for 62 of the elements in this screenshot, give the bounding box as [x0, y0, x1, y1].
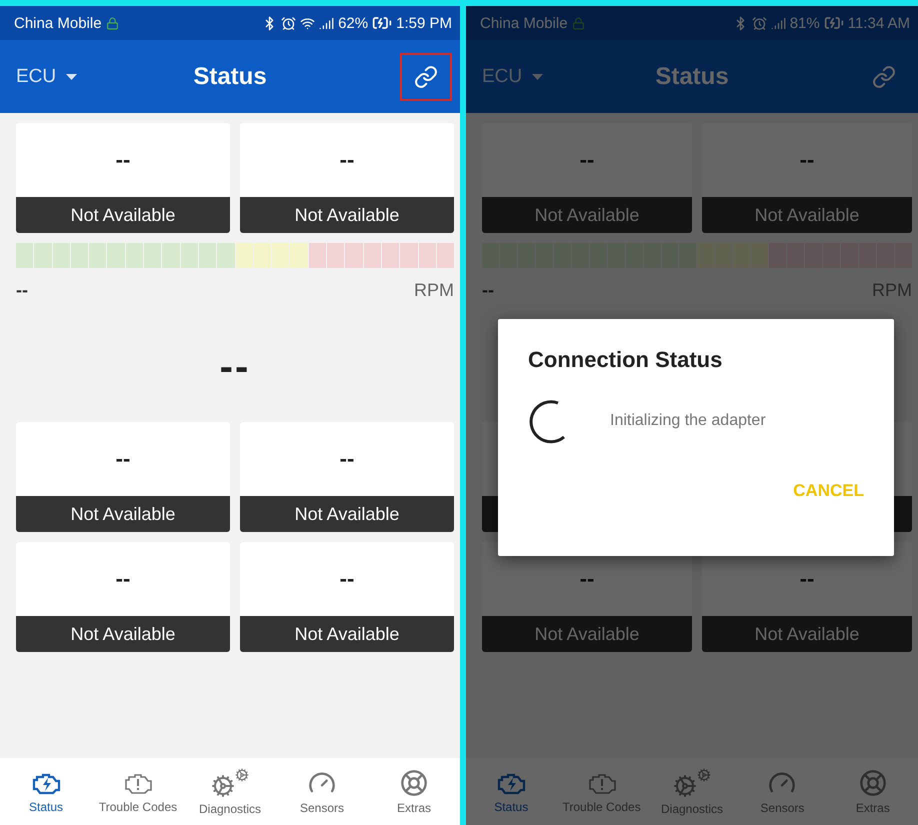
alarm-icon [281, 16, 296, 30]
signal-icon [319, 16, 334, 30]
card-label: Not Available [240, 197, 454, 233]
screen-title: Status [655, 62, 729, 90]
rpm-value: -- [482, 280, 494, 300]
card-label: Not Available [240, 496, 454, 532]
screen-title: Status [193, 62, 267, 90]
cancel-button[interactable]: CANCEL [793, 477, 864, 505]
battery-percent: 81% [790, 14, 820, 32]
card-label: Not Available [240, 616, 454, 652]
alarm-icon [752, 16, 767, 30]
card-label: Not Available [16, 197, 230, 233]
link-icon [414, 64, 438, 88]
card-value: -- [116, 446, 130, 472]
nav-tab[interactable]: Trouble Codes [92, 758, 184, 825]
card-label: Not Available [482, 616, 692, 652]
rpm-value: -- [16, 280, 28, 300]
lock-icon [572, 16, 585, 30]
rpm-unit: RPM [872, 280, 912, 300]
card-value: -- [340, 566, 354, 592]
card-value: -- [340, 147, 354, 173]
signal-icon [770, 16, 786, 30]
dropdown-caret-icon [532, 74, 544, 80]
card-label: Not Available [16, 616, 230, 652]
nav-tab[interactable]: Trouble Codes [556, 758, 647, 825]
card-value: -- [580, 147, 594, 173]
clock-time: 1:59 PM [396, 14, 452, 32]
dialog-title: Connection Status [528, 347, 724, 373]
link-icon [872, 64, 896, 88]
wifi-icon [300, 16, 316, 30]
link-button[interactable] [400, 52, 452, 100]
card-value: -- [116, 566, 130, 592]
nav-tab[interactable]: Sensors [737, 758, 828, 825]
gears-icon [673, 768, 712, 798]
gears-icon [211, 768, 249, 798]
clock-time: 11:34 AM [848, 14, 910, 32]
card-label: Not Available [16, 496, 230, 532]
ecu-dropdown[interactable]: ECU [16, 66, 78, 88]
carrier-name: China Mobile [14, 14, 102, 32]
nav-tab[interactable]: Diagnostics [646, 758, 738, 825]
card-label: Not Available [702, 197, 912, 233]
nav-tab[interactable]: Extras [828, 758, 918, 825]
nav-tab[interactable]: Sensors [276, 758, 368, 825]
card-label: Not Available [482, 197, 692, 233]
card-value: -- [580, 566, 594, 592]
battery-percent: 62% [338, 14, 368, 32]
carrier-name: China Mobile [480, 14, 568, 32]
card-value: -- [116, 147, 130, 173]
nav-tab[interactable]: Status [0, 758, 92, 825]
dropdown-caret-icon [66, 74, 78, 80]
card-value: -- [340, 446, 354, 472]
card-label: Not Available [702, 616, 912, 652]
card-value: -- [800, 566, 814, 592]
nav-tab[interactable]: Extras [368, 758, 460, 825]
card-value: -- [800, 147, 814, 173]
nav-tab[interactable]: Status [466, 758, 556, 825]
speed-reading: -- [220, 344, 250, 390]
lock-icon [106, 16, 119, 30]
nav-tab[interactable]: Diagnostics [184, 758, 276, 825]
ecu-dropdown[interactable]: ECU [482, 66, 544, 88]
rpm-unit: RPM [414, 280, 454, 300]
dialog-message: Initializing the adapter [610, 412, 766, 430]
